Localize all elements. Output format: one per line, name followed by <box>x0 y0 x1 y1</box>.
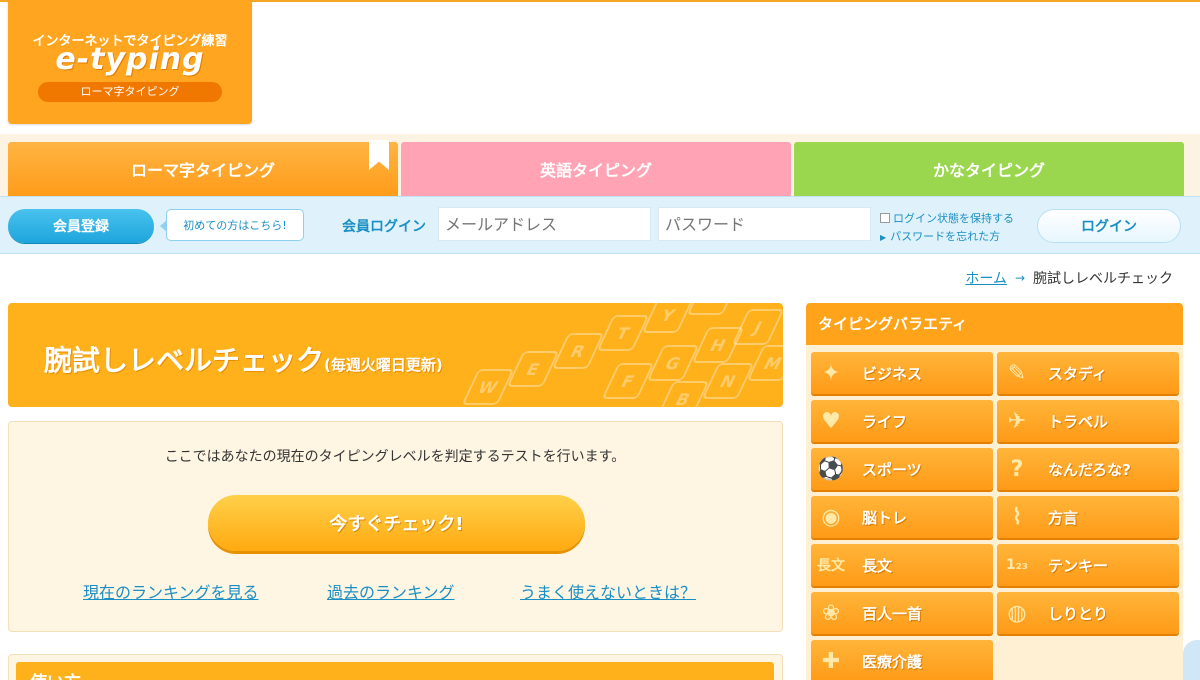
poem-card-icon: ❀ <box>821 600 841 626</box>
tab-kana-typing[interactable]: かなタイピング <box>794 142 1184 196</box>
tab-label: ローマ字タイピング <box>130 161 275 180</box>
variety-item[interactable]: ◉ 脳トレ <box>811 496 993 538</box>
variety-item-label: スタディ <box>1048 364 1107 383</box>
past-ranking-link[interactable]: 過去のランキング <box>327 579 455 603</box>
necktie-icon: ✦ <box>821 360 841 386</box>
variety-item-label: スポーツ <box>862 460 922 479</box>
variety-item-label: トラベル <box>1048 412 1109 431</box>
long-text-icon: 長文 <box>817 558 845 574</box>
variety-item-label: しりとり <box>1048 604 1109 623</box>
variety-item-label: 方言 <box>1048 508 1079 527</box>
variety-item-label: ビジネス <box>862 364 923 383</box>
numeric-keypad-icon: 1₂₃ <box>1005 557 1028 573</box>
page-title-banner: WERTYUJFGHBNM 腕試しレベルチェック(毎週火曜日更新) <box>8 303 783 407</box>
logo-mode-pill: ローマ字タイピング <box>38 82 222 102</box>
tab-romaji-typing[interactable]: ローマ字タイピング <box>8 142 398 196</box>
logo-name: e-typing <box>55 42 205 77</box>
keycap-decoration: R <box>551 333 605 369</box>
notebook-pencil-icon: ✎ <box>1007 360 1027 386</box>
variety-item[interactable]: ✦ ビジネス <box>811 352 993 394</box>
tab-label: かなタイピング <box>932 161 1045 180</box>
page-title-text: 腕試しレベルチェック <box>44 344 325 377</box>
keycap-decoration: G <box>646 345 700 381</box>
breadcrumb: ホーム → 腕試しレベルチェック <box>965 268 1173 288</box>
forgot-password-link[interactable]: ▶ パスワードを忘れた方 <box>880 228 1000 244</box>
ball-icon: ⚽ <box>817 456 845 482</box>
keycap-decoration: W <box>461 369 515 405</box>
typing-variety-title: タイピングバラエティ <box>818 315 968 333</box>
variety-item[interactable]: ⌇ 方言 <box>997 496 1179 538</box>
first-time-link[interactable]: 初めての方はこちら! <box>160 209 304 241</box>
brain-icon: ◉ <box>821 504 841 530</box>
current-ranking-link[interactable]: 現在のランキングを見る <box>83 579 259 603</box>
variety-item-label: ライフ <box>862 412 908 431</box>
usage-title: 使い方 <box>30 668 81 680</box>
password-input[interactable] <box>658 207 871 241</box>
site-logo[interactable]: インターネットでタイピング練習 e-typing ローマ字タイピング <box>8 0 252 124</box>
variety-item[interactable]: ♥ ライフ <box>811 400 993 442</box>
variety-item-label: 長文 <box>862 556 893 575</box>
variety-item-label: 脳トレ <box>862 508 908 527</box>
usage-header <box>16 662 774 680</box>
airplane-icon: ✈ <box>1007 408 1027 434</box>
keycap-decoration: N <box>701 363 755 399</box>
keep-login-option[interactable]: ログイン状態を保持する <box>880 210 1014 226</box>
keycap-decoration: T <box>596 315 650 351</box>
keep-login-label: ログイン状態を保持する <box>893 212 1014 225</box>
variety-item-label: テンキー <box>1048 556 1109 575</box>
japan-map-icon: ⌇ <box>1011 504 1023 530</box>
keep-login-checkbox[interactable] <box>880 213 890 223</box>
page-title-subtitle: (毎週火曜日更新) <box>324 356 443 374</box>
keycap-decoration: F <box>601 363 655 399</box>
login-button[interactable]: ログイン <box>1037 209 1181 243</box>
triangle-right-icon: ▶ <box>880 233 887 242</box>
variety-item[interactable]: ⚽ スポーツ <box>811 448 993 490</box>
scroll-top-tab[interactable] <box>1183 640 1200 680</box>
tab-english-typing[interactable]: 英語タイピング <box>401 142 791 196</box>
page: インターネットでタイピング練習 e-typing ローマ字タイピング ローマ字タ… <box>0 0 1200 680</box>
variety-item[interactable]: ✈ トラベル <box>997 400 1179 442</box>
variety-item[interactable]: ◍ しりとり <box>997 592 1179 634</box>
variety-item[interactable]: ? なんだろな? <box>997 448 1179 490</box>
register-button[interactable]: 会員登録 <box>8 209 154 243</box>
keycap-decoration: B <box>656 381 710 407</box>
member-login-label: 会員ログイン <box>342 219 426 235</box>
breadcrumb-current: 腕試しレベルチェック <box>1033 271 1173 287</box>
chain-icon: ◍ <box>1007 600 1027 626</box>
question-icon: ? <box>1010 456 1024 482</box>
email-input[interactable] <box>438 207 651 241</box>
level-check-description: ここではあなたの現在のタイピングレベルを判定するテストを行います。 <box>164 449 626 465</box>
syringe-icon: ✚ <box>821 648 841 674</box>
tab-label: 英語タイピング <box>539 161 652 180</box>
variety-item-label: 百人一首 <box>862 604 923 623</box>
arrow-right-icon: → <box>1014 271 1025 285</box>
check-now-button[interactable]: 今すぐチェック! <box>208 495 585 551</box>
keycap-decoration: E <box>506 351 560 387</box>
keycap-decoration: U <box>686 303 740 315</box>
page-title: 腕試しレベルチェック(毎週火曜日更新) <box>44 339 443 379</box>
variety-item[interactable]: ✚ 医療介護 <box>811 640 993 680</box>
keycap-decoration: Y <box>641 303 695 333</box>
heart-icon: ♥ <box>821 408 841 434</box>
variety-item-label: なんだろな? <box>1048 460 1131 479</box>
variety-item-label: 医療介護 <box>862 652 923 671</box>
variety-item[interactable]: 長文 長文 <box>811 544 993 586</box>
keycap-decoration: H <box>691 327 745 363</box>
variety-item[interactable]: ❀ 百人一首 <box>811 592 993 634</box>
forgot-password-label: パスワードを忘れた方 <box>890 230 1001 243</box>
variety-item[interactable]: 1₂₃ テンキー <box>997 544 1179 586</box>
breadcrumb-home-link[interactable]: ホーム <box>965 268 1007 288</box>
help-link[interactable]: うまく使えないときは？ <box>520 579 696 603</box>
variety-item[interactable]: ✎ スタディ <box>997 352 1179 394</box>
